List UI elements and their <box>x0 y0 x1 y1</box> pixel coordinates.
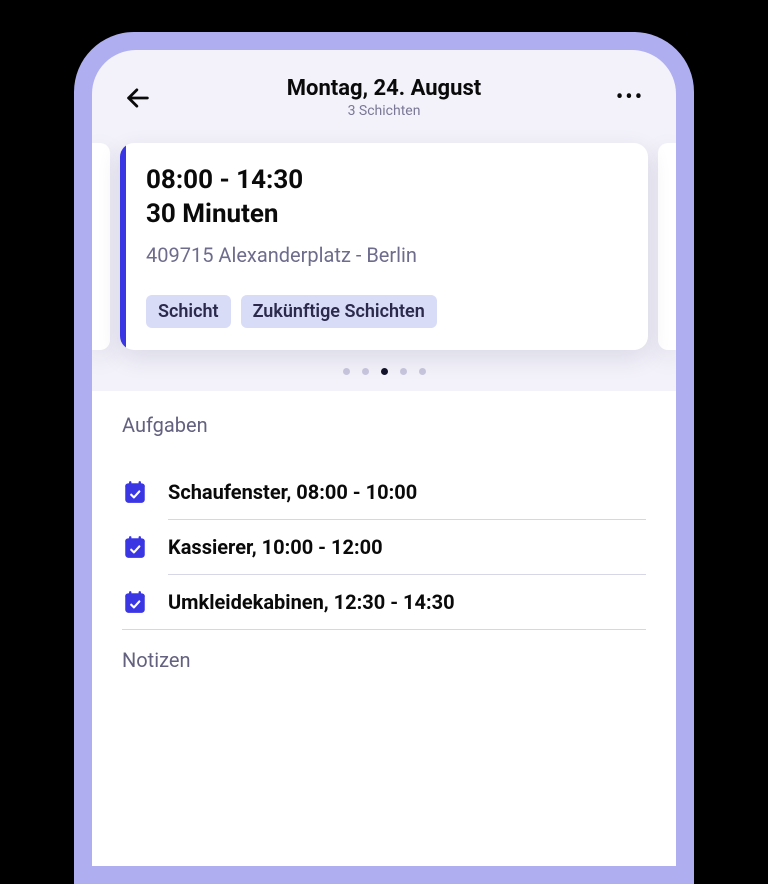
content-fill <box>92 700 676 866</box>
notes-heading: Notizen <box>122 648 646 672</box>
shift-location: 409715 Alexanderplatz - Berlin <box>146 243 622 267</box>
carousel-dot[interactable] <box>343 368 350 375</box>
shift-tag[interactable]: Schicht <box>146 295 231 328</box>
task-item[interactable]: Umkleidekabinen, 12:30 - 14:30 <box>122 575 646 629</box>
phone-frame: Montag, 24. August 3 Schichten ••• 08:00… <box>74 32 694 884</box>
shift-card[interactable]: 08:00 - 14:30 30 Minuten 409715 Alexande… <box>120 143 648 350</box>
shift-time-range: 08:00 - 14:30 <box>146 165 622 195</box>
page-subtitle: 3 Schichten <box>156 103 612 119</box>
shift-tags: Schicht Zukünftige Schichten <box>146 295 622 328</box>
task-item[interactable]: Schaufenster, 08:00 - 10:00 <box>122 465 646 519</box>
task-item[interactable]: Kassierer, 10:00 - 12:00 <box>122 520 646 574</box>
calendar-check-icon <box>122 479 148 505</box>
header-center: Montag, 24. August 3 Schichten <box>156 76 612 119</box>
shift-tag[interactable]: Zukünftige Schichten <box>241 295 437 328</box>
arrow-left-icon <box>124 84 152 112</box>
screen: Montag, 24. August 3 Schichten ••• 08:00… <box>92 50 676 866</box>
calendar-check-icon <box>122 589 148 615</box>
app-header: Montag, 24. August 3 Schichten ••• <box>92 50 676 133</box>
more-button[interactable]: ••• <box>612 80 648 116</box>
page-title: Montag, 24. August <box>156 76 612 101</box>
task-label: Umkleidekabinen, 12:30 - 14:30 <box>168 590 455 614</box>
task-label: Schaufenster, 08:00 - 10:00 <box>168 480 417 504</box>
calendar-check-icon <box>122 534 148 560</box>
tasks-section: Aufgaben Schaufenster, 08:00 - 10:00 Kas… <box>92 391 676 630</box>
carousel-dot[interactable] <box>419 368 426 375</box>
shift-duration: 30 Minuten <box>146 199 622 229</box>
carousel-dot[interactable] <box>381 368 388 375</box>
tasks-heading: Aufgaben <box>122 413 646 437</box>
carousel-dot[interactable] <box>362 368 369 375</box>
notes-section: Notizen <box>92 630 676 700</box>
back-button[interactable] <box>120 80 156 116</box>
carousel-peek-prev[interactable] <box>92 143 110 350</box>
carousel-dots <box>92 368 676 375</box>
carousel-peek-next[interactable] <box>658 143 676 350</box>
more-horizontal-icon: ••• <box>616 85 644 110</box>
carousel-dot[interactable] <box>400 368 407 375</box>
shift-carousel[interactable]: 08:00 - 14:30 30 Minuten 409715 Alexande… <box>92 133 676 350</box>
task-list: Schaufenster, 08:00 - 10:00 Kassierer, 1… <box>122 465 646 630</box>
task-label: Kassierer, 10:00 - 12:00 <box>168 535 383 559</box>
